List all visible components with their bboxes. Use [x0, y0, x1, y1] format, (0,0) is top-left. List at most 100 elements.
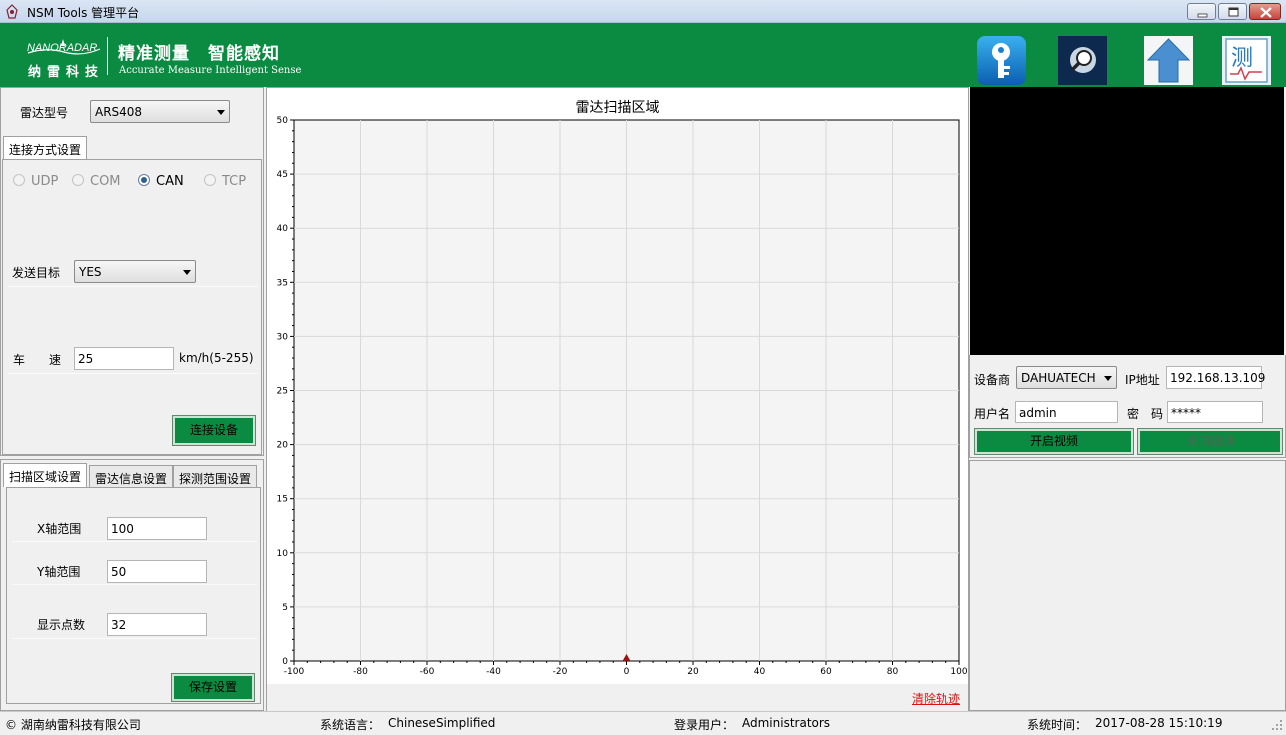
- x-tick-label: 0: [624, 667, 630, 677]
- x-tick-label: -80: [353, 667, 368, 677]
- radio-dot-icon: [72, 174, 84, 186]
- window-title: NSM Tools 管理平台: [27, 6, 140, 20]
- connection-panel: 雷达型号 ARS408 连接方式设置 UDP COM CAN TCP 发送目标 …: [0, 87, 264, 456]
- clear-trajectory-link[interactable]: 清除轨迹: [912, 690, 960, 707]
- x-tick-label: -100: [284, 667, 305, 677]
- y-tick-label: 30: [277, 332, 289, 342]
- send-target-label: 发送目标: [12, 266, 61, 280]
- y-tick-label: 35: [277, 278, 288, 288]
- radio-udp[interactable]: UDP: [13, 174, 58, 189]
- y-tick-label: 50: [277, 116, 289, 126]
- speed-unit: km/h(5-255): [179, 351, 254, 365]
- y-range-input[interactable]: 50: [107, 560, 207, 583]
- y-tick-label: 5: [282, 603, 288, 613]
- resize-grip-icon[interactable]: [1270, 718, 1284, 732]
- x-tick-label: -60: [420, 667, 435, 677]
- send-target-select[interactable]: YES: [74, 260, 196, 283]
- radio-can[interactable]: CAN: [138, 174, 184, 189]
- maximize-icon: [1228, 7, 1239, 17]
- radio-dot-icon: [204, 174, 216, 186]
- radar-scan-chart: -100 -80 -60 -40 -20 0 20 40 60 80 100 0 5 10 15 20 25 30…: [266, 87, 969, 711]
- close-icon: [1260, 7, 1272, 18]
- divider: [8, 373, 258, 374]
- video-preview: [970, 87, 1284, 355]
- ip-input[interactable]: 192.168.13.109: [1166, 366, 1265, 389]
- vendor-select[interactable]: DAHUATECH: [1016, 366, 1117, 389]
- measure-report-icon[interactable]: 测: [1222, 36, 1271, 85]
- slogan-chinese: 精准测量 智能感知: [118, 44, 280, 64]
- speed-input[interactable]: 25: [74, 347, 174, 370]
- search-magnifier-icon[interactable]: [1058, 36, 1107, 85]
- company-copyright: © 湖南纳雷科技有限公司: [5, 718, 141, 732]
- tab-detection-range-settings[interactable]: 探测范围设置: [173, 465, 258, 487]
- language-value: ChineseSimplified: [388, 716, 496, 730]
- vendor-label: 设备商: [974, 373, 1011, 387]
- status-bar: © 湖南纳雷科技有限公司 系统语言： ChineseSimplified 登录用…: [0, 711, 1286, 735]
- slogan-english: Accurate Measure Intelligent Sense: [119, 65, 302, 76]
- minimize-icon: [1197, 13, 1208, 18]
- app-icon: [6, 4, 18, 19]
- tab-scan-area-settings[interactable]: 扫描区域设置: [3, 463, 88, 487]
- x-tick-label: 40: [754, 667, 766, 677]
- save-settings-button[interactable]: 保存设置: [171, 673, 255, 702]
- chevron-down-icon: [1104, 376, 1112, 381]
- x-tick-label: 100: [950, 667, 967, 677]
- svg-text:NANORADAR: NANORADAR: [27, 42, 97, 54]
- radio-dot-icon: [138, 174, 150, 186]
- login-user-label: 登录用户：: [674, 718, 735, 732]
- app-header: NANORADAR 纳雷科技 精准测量 智能感知 Accurate Measur…: [0, 23, 1286, 87]
- window-titlebar: NSM Tools 管理平台: [0, 0, 1286, 23]
- upload-arrow-icon[interactable]: [1144, 36, 1193, 85]
- radio-tcp[interactable]: TCP: [204, 174, 246, 189]
- chevron-down-icon: [217, 110, 225, 115]
- key-icon[interactable]: [977, 36, 1026, 85]
- password-label: 密 码: [1127, 407, 1164, 421]
- x-tick-label: -20: [553, 667, 568, 677]
- display-points-input[interactable]: 32: [107, 613, 207, 636]
- connect-device-button[interactable]: 连接设备: [172, 415, 256, 446]
- connection-tab-body: UDP COM CAN TCP 发送目标 YES 车 速 25 km/h(5-2…: [2, 159, 262, 455]
- settings-panel: 扫描区域设置 雷达信息设置 探测范围设置 X轴范围 100 Y轴范围 50 显示…: [0, 459, 264, 711]
- speed-label-2: 速: [49, 353, 62, 367]
- y-range-label: Y轴范围: [37, 565, 81, 579]
- tab-connection-settings[interactable]: 连接方式设置: [3, 136, 88, 160]
- maximize-button[interactable]: [1218, 3, 1247, 20]
- open-video-button[interactable]: 开启视频: [974, 428, 1134, 455]
- radio-com[interactable]: COM: [72, 174, 121, 189]
- tab-radar-info-settings[interactable]: 雷达信息设置: [89, 465, 174, 487]
- chart-footer: [267, 684, 968, 711]
- divider: [8, 286, 258, 287]
- system-time-value: 2017-08-28 15:10:19: [1095, 716, 1223, 730]
- x-tick-label: -40: [486, 667, 501, 677]
- chart-title: 雷达扫描区域: [575, 100, 660, 116]
- y-tick-label: 10: [277, 549, 289, 559]
- x-tick-label: 20: [687, 667, 699, 677]
- y-tick-label: 40: [277, 224, 289, 234]
- chevron-down-icon: [183, 270, 191, 275]
- info-panel: [969, 460, 1286, 711]
- ip-label: IP地址: [1125, 373, 1160, 387]
- y-tick-label: 15: [277, 495, 288, 505]
- divider: [12, 541, 257, 542]
- password-input[interactable]: *****: [1167, 401, 1263, 423]
- y-tick-label: 20: [277, 441, 289, 451]
- logo-divider: [107, 37, 108, 75]
- speed-label-1: 车: [13, 353, 26, 367]
- language-label: 系统语言：: [320, 718, 381, 732]
- divider: [12, 638, 257, 639]
- x-range-input[interactable]: 100: [107, 517, 207, 540]
- login-user-value: Administrators: [742, 716, 831, 730]
- close-window-button[interactable]: [1249, 3, 1281, 20]
- y-tick-label: 25: [277, 387, 288, 397]
- radio-dot-icon: [13, 174, 25, 186]
- close-video-button[interactable]: 关闭视频: [1137, 428, 1283, 455]
- logo-chinese: 纳雷科技: [28, 65, 105, 80]
- username-input[interactable]: admin: [1015, 401, 1118, 423]
- x-range-label: X轴范围: [37, 522, 82, 536]
- system-time-label: 系统时间：: [1027, 718, 1088, 732]
- x-tick-label: 80: [887, 667, 899, 677]
- chart-plot: -100 -80 -60 -40 -20 0 20 40 60 80 100 0 5 10 15 20 25 30…: [277, 116, 968, 677]
- minimize-button[interactable]: [1187, 3, 1216, 20]
- radar-model-select[interactable]: ARS408: [90, 100, 230, 123]
- scan-area-tab-body: X轴范围 100 Y轴范围 50 显示点数 32 保存设置: [6, 487, 261, 704]
